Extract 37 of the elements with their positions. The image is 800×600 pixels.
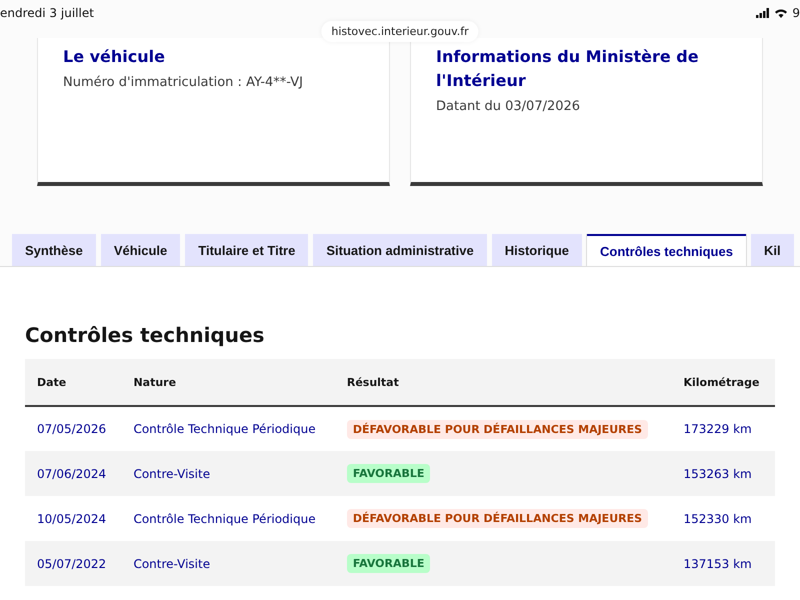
date-cell: 07/05/2026 bbox=[25, 406, 122, 451]
card-text: Datant du 03/07/2026 bbox=[436, 99, 582, 114]
column-header: Nature bbox=[121, 359, 335, 406]
mileage-cell: 173229 km bbox=[671, 406, 775, 451]
status-date: endredi 3 juillet bbox=[0, 6, 94, 20]
tab[interactable]: Kil bbox=[750, 234, 794, 266]
column-header: Kilométrage bbox=[671, 359, 775, 406]
tab[interactable]: Contrôles techniques bbox=[587, 234, 746, 266]
mileage-cell: 152330 km bbox=[671, 496, 775, 541]
nature-cell: Contrôle Technique Périodique bbox=[121, 496, 335, 541]
date-cell: 05/07/2022 bbox=[25, 541, 122, 586]
mileage-cell: 153263 km bbox=[671, 451, 775, 496]
card-title: Informations du Ministère de l'Intérieur bbox=[436, 46, 700, 92]
tab[interactable]: Situation administrative bbox=[313, 234, 487, 266]
address-bar[interactable]: histovec.interieur.gouv.fr bbox=[321, 21, 479, 42]
nature-cell: Contrôle Technique Périodique bbox=[121, 406, 335, 451]
signal-icon bbox=[756, 8, 770, 18]
nature-cell: Contre-Visite bbox=[121, 541, 335, 586]
card-text: Numéro d'immatriculation : AY-4**-VJ bbox=[63, 75, 304, 90]
card-title: Le véhicule bbox=[63, 46, 166, 68]
wifi-icon bbox=[774, 8, 788, 18]
tab[interactable]: Titulaire et Titre bbox=[185, 234, 308, 266]
column-header: Résultat bbox=[334, 359, 672, 406]
date-cell: 07/06/2024 bbox=[25, 451, 122, 496]
mileage-cell: 137153 km bbox=[671, 541, 775, 586]
result-badge: FAVORABLE bbox=[346, 554, 430, 573]
result-badge: DÉFAVORABLE POUR DÉFAILLANCES MAJEURES bbox=[346, 509, 648, 528]
column-header: Date bbox=[25, 359, 122, 406]
tab[interactable]: Véhicule bbox=[100, 234, 180, 266]
section-title: Contrôles techniques bbox=[25, 323, 266, 347]
date-cell: 10/05/2024 bbox=[25, 496, 122, 541]
tab[interactable]: Historique bbox=[492, 234, 582, 266]
battery-percent: 9 bbox=[792, 6, 800, 20]
tab[interactable]: Synthèse bbox=[12, 234, 96, 266]
result-badge: FAVORABLE bbox=[346, 464, 430, 483]
result-badge: DÉFAVORABLE POUR DÉFAILLANCES MAJEURES bbox=[346, 420, 648, 438]
nature-cell: Contre-Visite bbox=[121, 451, 335, 496]
